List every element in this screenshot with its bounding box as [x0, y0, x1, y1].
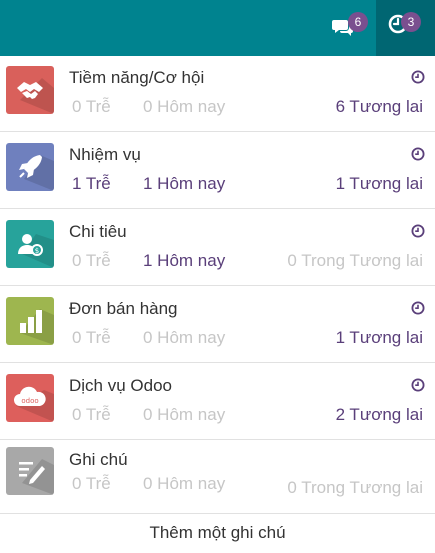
activity-app-name: Tiềm năng/Cơ hội	[69, 68, 205, 87]
today-count[interactable]: 1 Hôm nay	[143, 251, 225, 271]
activities-count-badge: 3	[401, 12, 421, 32]
svg-text:odoo: odoo	[21, 397, 38, 405]
svg-text:$: $	[35, 247, 39, 255]
odoo-cloud-icon: odoo	[6, 374, 54, 422]
clock-icon	[411, 224, 425, 238]
future-count[interactable]: 1 Tương lai	[336, 174, 423, 194]
future-count[interactable]: 1 Tương lai	[336, 328, 423, 348]
future-count[interactable]: 6 Tương lai	[336, 97, 423, 117]
note-pencil-icon	[6, 447, 54, 495]
today-count[interactable]: 0 Hôm nay	[143, 328, 225, 348]
late-count[interactable]: 0 Trễ	[72, 474, 111, 494]
activity-row-notes[interactable]: Ghi chú 0 Trễ 0 Hôm nay 0 Trong Tương la…	[0, 441, 435, 514]
today-count[interactable]: 0 Hôm nay	[143, 474, 225, 494]
late-count[interactable]: 1 Trễ	[72, 174, 111, 194]
late-count[interactable]: 0 Trễ	[72, 97, 111, 117]
activity-row-crm[interactable]: Tiềm năng/Cơ hội 0 Trễ 0 Hôm nay 6 Tương…	[0, 56, 435, 132]
activity-menu-button[interactable]: 3	[376, 0, 435, 56]
messages-count-badge: 6	[348, 12, 368, 32]
activity-app-name: Đơn bán hàng	[69, 299, 178, 318]
today-count[interactable]: 1 Hôm nay	[143, 174, 225, 194]
late-count[interactable]: 0 Trễ	[72, 328, 111, 348]
late-count[interactable]: 0 Trễ	[72, 405, 111, 425]
messaging-menu-button[interactable]: 6	[328, 8, 372, 48]
clock-icon	[411, 147, 425, 161]
activity-app-name: Dịch vụ Odoo	[69, 376, 172, 395]
late-count[interactable]: 0 Trễ	[72, 251, 111, 271]
clock-icon	[411, 301, 425, 315]
handshake-icon	[6, 66, 54, 114]
activity-row-expenses[interactable]: $ Chi tiêu 0 Trễ 1 Hôm nay 0 Trong Tương…	[0, 210, 435, 286]
today-count[interactable]: 0 Hôm nay	[143, 405, 225, 425]
clock-icon	[411, 378, 425, 392]
activity-row-tasks[interactable]: Nhiệm vụ 1 Trễ 1 Hôm nay 1 Tương lai	[0, 133, 435, 209]
today-count[interactable]: 0 Hôm nay	[143, 97, 225, 117]
future-count[interactable]: 0 Trong Tương lai	[287, 478, 423, 498]
future-count[interactable]: 2 Tương lai	[336, 405, 423, 425]
add-note-button[interactable]: Thêm một ghi chú	[0, 513, 435, 553]
expense-user-icon: $	[6, 220, 54, 268]
activity-row-sales[interactable]: Đơn bán hàng 0 Trễ 0 Hôm nay 1 Tương lai	[0, 287, 435, 363]
activity-row-odoo-services[interactable]: odoo Dịch vụ Odoo 0 Trễ 0 Hôm nay 2 Tươn…	[0, 364, 435, 440]
clock-icon	[411, 70, 425, 84]
sales-chart-icon	[6, 297, 54, 345]
activity-app-name: Ghi chú	[69, 450, 128, 469]
activity-app-name: Nhiệm vụ	[69, 145, 141, 164]
rocket-icon	[6, 143, 54, 191]
future-count[interactable]: 0 Trong Tương lai	[287, 251, 423, 271]
activity-app-name: Chi tiêu	[69, 222, 127, 241]
top-navbar: 6 3	[0, 0, 435, 56]
